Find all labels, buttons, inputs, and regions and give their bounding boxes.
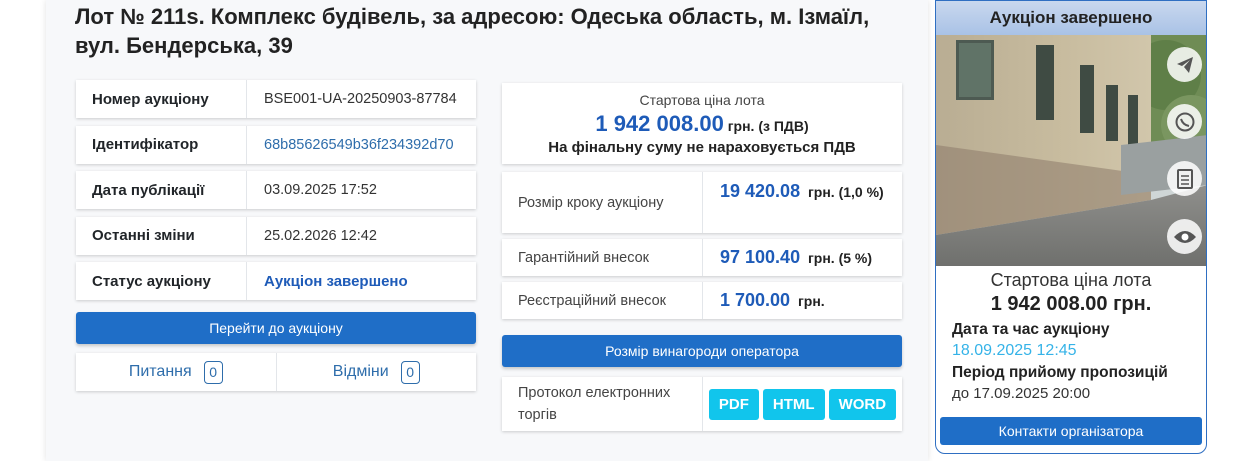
start-price-suffix: грн. (з ПДВ) [727, 118, 809, 134]
info-label: Останні зміни [76, 216, 247, 255]
vat-note: На фінальну суму не нараховується ПДВ [548, 139, 856, 156]
fee-suffix: грн. (1,0 %) [807, 184, 884, 200]
side-price: 1 942 008.00 грн. [990, 293, 1152, 315]
fee-label: Гарантійний внесок [502, 239, 703, 276]
status-value: Аукціон завершено [264, 272, 408, 290]
fee-row-registration: Реєстраційний внесок 1 700.00 грн. [502, 282, 902, 319]
go-to-auction-button[interactable]: Перейти до аукціону [76, 312, 476, 344]
fee-suffix: грн. (5 %) [807, 250, 873, 266]
info-row-publication-date: Дата публікації 03.09.2025 17:52 [76, 171, 476, 209]
info-row-auction-number: Номер аукціону BSE001-UA-20250903-87784 [76, 80, 476, 118]
info-label: Статус аукціону [76, 262, 247, 300]
start-price-line: 1 942 008.00 грн. (з ПДВ) [502, 111, 902, 137]
info-label: Номер аукціону [76, 80, 247, 118]
building-photo [936, 35, 1206, 266]
questions-link[interactable]: Питання 0 [76, 353, 276, 391]
lot-photo[interactable] [936, 35, 1206, 266]
document-icon[interactable] [1167, 161, 1202, 196]
fee-row-step: Розмір кроку аукціону 19 420.08 грн. (1,… [502, 172, 902, 233]
protocol-label: Протокол електронних торгів [502, 377, 703, 431]
contacts-button[interactable]: Контакти організатора [940, 417, 1202, 445]
protocol-pdf-button[interactable]: PDF [708, 388, 759, 420]
info-row-status: Статус аукціону Аукціон завершено [76, 262, 476, 300]
side-price-caption: Стартова ціна лота [990, 270, 1152, 290]
start-price-box: Стартова ціна лота 1 942 008.00 грн. (з … [502, 83, 902, 164]
period-value: до 17.09.2025 20:00 [952, 385, 1091, 402]
auction-date-value: 18.09.2025 12:45 [952, 342, 1077, 359]
viber-icon[interactable] [1167, 104, 1202, 139]
changes-label: Відміни [332, 363, 389, 380]
page: Лот № 211s. Комплекс будівель, за адресо… [0, 0, 1250, 461]
identifier-link[interactable]: 68b85626549b36f234392d70 [247, 126, 476, 164]
info-row-identifier: Ідентифікатор 68b85626549b36f234392d70 [76, 125, 476, 164]
fee-value: 19 420.08 грн. (1,0 %) [703, 172, 902, 233]
auction-info-table: Номер аукціону BSE001-UA-20250903-87784 … [76, 80, 476, 308]
fee-amount: 1 700.00 [720, 290, 791, 310]
questions-label: Питання [128, 363, 192, 380]
changes-count-badge: 0 [400, 360, 420, 384]
changes-link[interactable]: Відміни 0 [275, 353, 477, 391]
lot-title: Лот № 211s. Комплекс будівель, за адресо… [75, 4, 870, 58]
side-status-header: Аукціон завершено [936, 1, 1206, 35]
start-price-caption: Стартова ціна лота [639, 92, 765, 108]
last-changes-value: 25.02.2026 12:42 [264, 227, 377, 244]
questions-count-badge: 0 [203, 360, 223, 384]
publication-date-value: 03.09.2025 17:52 [264, 182, 377, 198]
fee-label: Реєстраційний внесок [502, 282, 703, 319]
auction-side-card: Аукціон завершено Стартова ціна лота 1 9… [935, 0, 1207, 454]
fee-row-guarantee: Гарантійний внесок 97 100.40 грн. (5 %) [502, 239, 902, 276]
info-label: Ідентифікатор [76, 125, 247, 164]
protocol-buttons: PDF HTML WORD [703, 377, 902, 431]
info-label: Дата публікації [76, 171, 247, 209]
fees-table: Розмір кроку аукціону 19 420.08 грн. (1,… [502, 172, 902, 325]
auction-date-label: Дата та час аукціону [952, 321, 1110, 338]
info-row-last-changes: Останні зміни 25.02.2026 12:42 [76, 216, 476, 255]
protocol-row: Протокол електронних торгів PDF HTML WOR… [502, 377, 902, 431]
telegram-icon[interactable] [1167, 47, 1202, 82]
protocol-word-button[interactable]: WORD [828, 388, 897, 420]
fee-label: Розмір кроку аукціону [502, 172, 703, 233]
fee-value: 1 700.00 грн. [703, 282, 902, 319]
fee-amount: 19 420.08 [720, 181, 801, 201]
protocol-html-button[interactable]: HTML [762, 388, 825, 420]
fee-amount: 97 100.40 [720, 247, 801, 267]
fee-suffix: грн. [797, 293, 825, 309]
questions-changes-row: Питання 0 Відміни 0 [76, 353, 476, 391]
eye-icon[interactable] [1167, 219, 1202, 254]
fee-value: 97 100.40 грн. (5 %) [703, 239, 902, 276]
auction-number-value: BSE001-UA-20250903-87784 [264, 91, 457, 107]
operator-reward-button[interactable]: Розмір винагороди оператора [502, 335, 902, 367]
start-price-amount: 1 942 008.00 [595, 111, 724, 136]
side-auction-details: Дата та час аукціону 18.09.2025 12:45 Пе… [936, 321, 1206, 402]
period-label: Період прийому пропозицій [952, 364, 1168, 381]
